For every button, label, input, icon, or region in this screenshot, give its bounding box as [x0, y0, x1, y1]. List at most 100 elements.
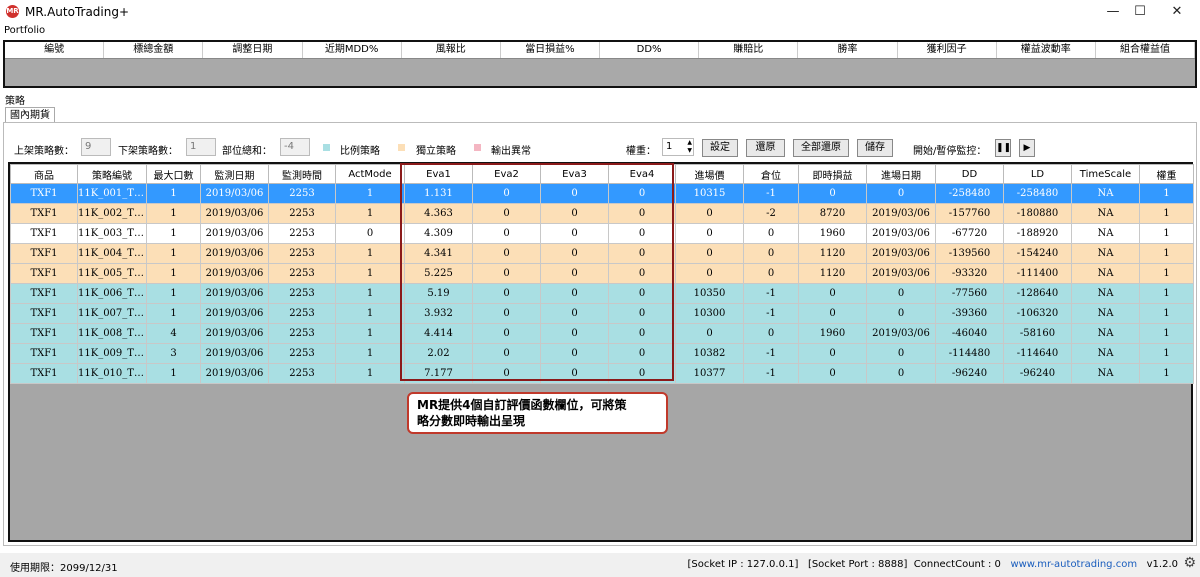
save-button[interactable]: 儲存 [857, 139, 893, 157]
column-header[interactable]: 監測日期 [200, 164, 269, 184]
table-cell: 2019/03/06 [866, 243, 936, 264]
play-icon[interactable]: ▶ [1019, 139, 1035, 157]
table-cell: 0 [866, 303, 936, 324]
table-cell: 0 [743, 243, 799, 264]
table-row[interactable]: TXF1 11K_001_T2... 1 2019/03/06 2253 1 1.131 0 0… [10, 183, 1194, 204]
table-row[interactable]: TXF1 11K_006_T2... 1 2019/03/06 2253 1 5.19 0 0 0… [10, 283, 1194, 304]
set-button[interactable]: 設定 [702, 139, 738, 157]
table-cell: 2253 [268, 283, 336, 304]
column-header[interactable]: 倉位 [743, 164, 799, 184]
weight-value: 1 [666, 141, 673, 152]
table-cell: 1 [146, 183, 201, 204]
table-cell: -93320 [935, 263, 1004, 284]
table-cell: 0 [866, 283, 936, 304]
table-cell: 1 [1139, 363, 1194, 384]
portfolio-column-header[interactable]: 風報比 [402, 42, 501, 58]
portfolio-header: 編號 標總金額 調整日期 近期MDD% 風報比 當日損益% DD% 賺賠比 勝率 獲利因子 權益波動… [5, 42, 1196, 59]
table-cell: 0 [608, 363, 676, 384]
table-cell: 1 [335, 203, 405, 224]
table-cell: 0 [472, 263, 541, 284]
table-cell: 0 [608, 343, 676, 364]
column-header[interactable]: 監測時間 [268, 164, 336, 184]
table-cell: 10315 [675, 183, 744, 204]
restore-button[interactable]: 還原 [746, 139, 785, 157]
portfolio-column-header[interactable]: 賺賠比 [699, 42, 799, 58]
table-cell: 4.414 [404, 323, 473, 344]
column-header[interactable]: 最大口數 [146, 164, 201, 184]
portfolio-column-header[interactable]: 獲利因子 [898, 42, 997, 58]
column-header[interactable]: Eva1 [404, 164, 473, 184]
portfolio-column-header[interactable]: DD% [600, 42, 700, 58]
portfolio-column-header[interactable]: 組合權益值 [1096, 42, 1196, 58]
listed-count-field: 9 [81, 138, 111, 156]
spinner-arrows-icon[interactable]: ▲ ▼ [687, 139, 692, 155]
strategy-grid[interactable]: 商品 策略編號 最大口數 監測日期 監測時間 ActMode Eva1 Eva2 Eva3 Eva… [8, 162, 1194, 542]
table-cell: 0 [540, 323, 609, 344]
table-cell: 0 [472, 243, 541, 264]
table-cell: 2019/03/06 [200, 323, 269, 344]
table-cell: 0 [675, 263, 744, 284]
restore-all-button[interactable]: 全部還原 [793, 139, 849, 157]
table-cell: 4.363 [404, 203, 473, 224]
table-row[interactable]: TXF1 11K_004_T2... 1 2019/03/06 2253 1 4.341 0 0… [10, 243, 1194, 264]
table-cell: TXF1 [10, 223, 78, 244]
table-cell: 2019/03/06 [866, 323, 936, 344]
eva-callout: MR提供4個自訂評價函數欄位，可將策 略分數即時輸出呈現 [407, 392, 668, 434]
column-header[interactable]: 即時損益 [798, 164, 867, 184]
table-cell: TXF1 [10, 283, 78, 304]
pause-icon[interactable]: ❚❚ [995, 139, 1011, 157]
close-button[interactable]: ✕ [1154, 0, 1200, 24]
table-cell: 11K_006_T2... [77, 283, 147, 304]
weight-spinner[interactable]: 1 ▲ ▼ [662, 138, 694, 156]
table-cell: 2253 [268, 363, 336, 384]
column-header[interactable]: 策略編號 [77, 164, 147, 184]
table-cell: 0 [866, 183, 936, 204]
column-header[interactable]: Eva2 [472, 164, 541, 184]
tab-domestic-futures[interactable]: 國內期貨 [5, 107, 55, 123]
gear-icon[interactable]: ⚙ [1183, 555, 1196, 571]
portfolio-column-header[interactable]: 編號 [5, 42, 105, 58]
column-header[interactable]: 進場日期 [866, 164, 936, 184]
table-cell: 1 [1139, 303, 1194, 324]
table-cell: TXF1 [10, 323, 78, 344]
portfolio-column-header[interactable]: 近期MDD% [303, 42, 402, 58]
table-cell: 5.225 [404, 263, 473, 284]
table-row[interactable]: TXF1 11K_007_T2... 1 2019/03/06 2253 1 3.932 0 0… [10, 303, 1194, 324]
table-cell: 1 [1139, 243, 1194, 264]
table-row[interactable]: TXF1 11K_005_T2... 1 2019/03/06 2253 1 5.225 0 0… [10, 263, 1194, 284]
portfolio-column-header[interactable]: 標總金額 [104, 42, 204, 58]
portfolio-column-header[interactable]: 權益波動率 [997, 42, 1096, 58]
table-cell: 0 [675, 223, 744, 244]
column-header[interactable]: LD [1003, 164, 1072, 184]
table-cell: 0 [798, 183, 867, 204]
portfolio-column-header[interactable]: 當日損益% [501, 42, 601, 58]
table-row[interactable]: TXF1 11K_008_T2... 4 2019/03/06 2253 1 4.414 0 0… [10, 323, 1194, 344]
column-header[interactable]: Eva3 [540, 164, 609, 184]
column-header[interactable]: 商品 [10, 164, 78, 184]
table-cell: 0 [472, 363, 541, 384]
table-cell: 1 [1139, 263, 1194, 284]
table-cell: NA [1071, 283, 1140, 304]
table-cell: 2019/03/06 [200, 363, 269, 384]
column-header[interactable]: 權重 [1139, 164, 1194, 184]
table-row[interactable]: TXF1 11K_002_T2... 1 2019/03/06 2253 1 4.363 0 0… [10, 203, 1194, 224]
portfolio-grid[interactable]: 編號 標總金額 調整日期 近期MDD% 風報比 當日損益% DD% 賺賠比 勝率 獲利因子 權益波動… [3, 40, 1197, 88]
table-cell: 10300 [675, 303, 744, 324]
portfolio-column-header[interactable]: 勝率 [798, 42, 898, 58]
portfolio-column-header[interactable]: 調整日期 [203, 42, 303, 58]
table-cell: 1 [146, 223, 201, 244]
table-row[interactable]: TXF1 11K_010_T2... 1 2019/03/06 2253 1 7.177 0 0… [10, 363, 1194, 384]
column-header[interactable]: Eva4 [608, 164, 676, 184]
table-cell: -106320 [1003, 303, 1072, 324]
column-header[interactable]: ActMode [335, 164, 405, 184]
column-header[interactable]: TimeScale [1071, 164, 1140, 184]
table-row[interactable]: TXF1 11K_009_T2... 3 2019/03/06 2253 1 2.02 0 0 0… [10, 343, 1194, 364]
table-cell: 1 [335, 303, 405, 324]
table-cell: 1120 [798, 243, 867, 264]
column-header[interactable]: DD [935, 164, 1004, 184]
table-cell: -1 [743, 343, 799, 364]
table-cell: -128640 [1003, 283, 1072, 304]
column-header[interactable]: 進場價 [675, 164, 744, 184]
website-link[interactable]: www.mr-autotrading.com [1010, 559, 1137, 570]
table-row[interactable]: TXF1 11K_003_T2... 1 2019/03/06 2253 0 4.309 0 0… [10, 223, 1194, 244]
